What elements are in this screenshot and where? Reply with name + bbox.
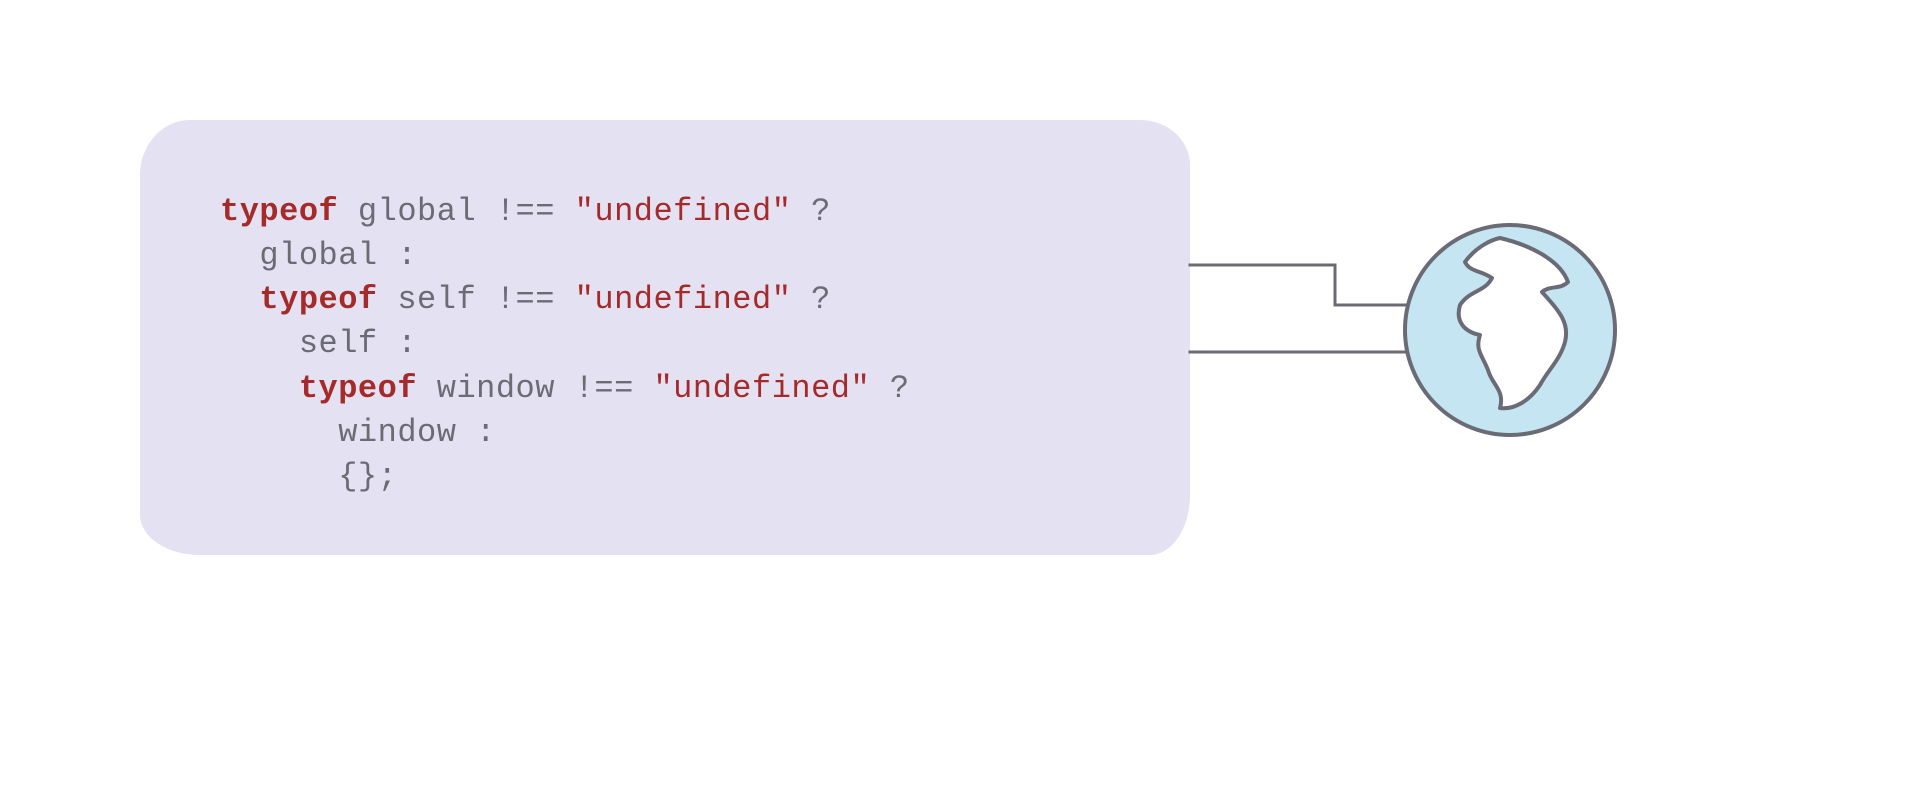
connector-top	[1190, 265, 1410, 305]
code-snippet: typeof global !== "undefined" ? global :…	[220, 190, 1130, 499]
code-token-kw: typeof	[259, 281, 377, 318]
code-token-kw: typeof	[220, 193, 338, 230]
code-token-plain: self !==	[378, 281, 575, 318]
diagram-stage: typeof global !== "undefined" ? global :…	[0, 0, 1908, 793]
code-token-plain: global !==	[338, 193, 574, 230]
code-token-str: "undefined"	[653, 370, 870, 407]
globe-icon	[1405, 225, 1615, 435]
code-card: typeof global !== "undefined" ? global :…	[140, 120, 1190, 555]
code-token-str: "undefined"	[575, 193, 792, 230]
code-token-kw: typeof	[299, 370, 417, 407]
code-token-str: "undefined"	[575, 281, 792, 318]
code-token-plain: window !==	[417, 370, 653, 407]
